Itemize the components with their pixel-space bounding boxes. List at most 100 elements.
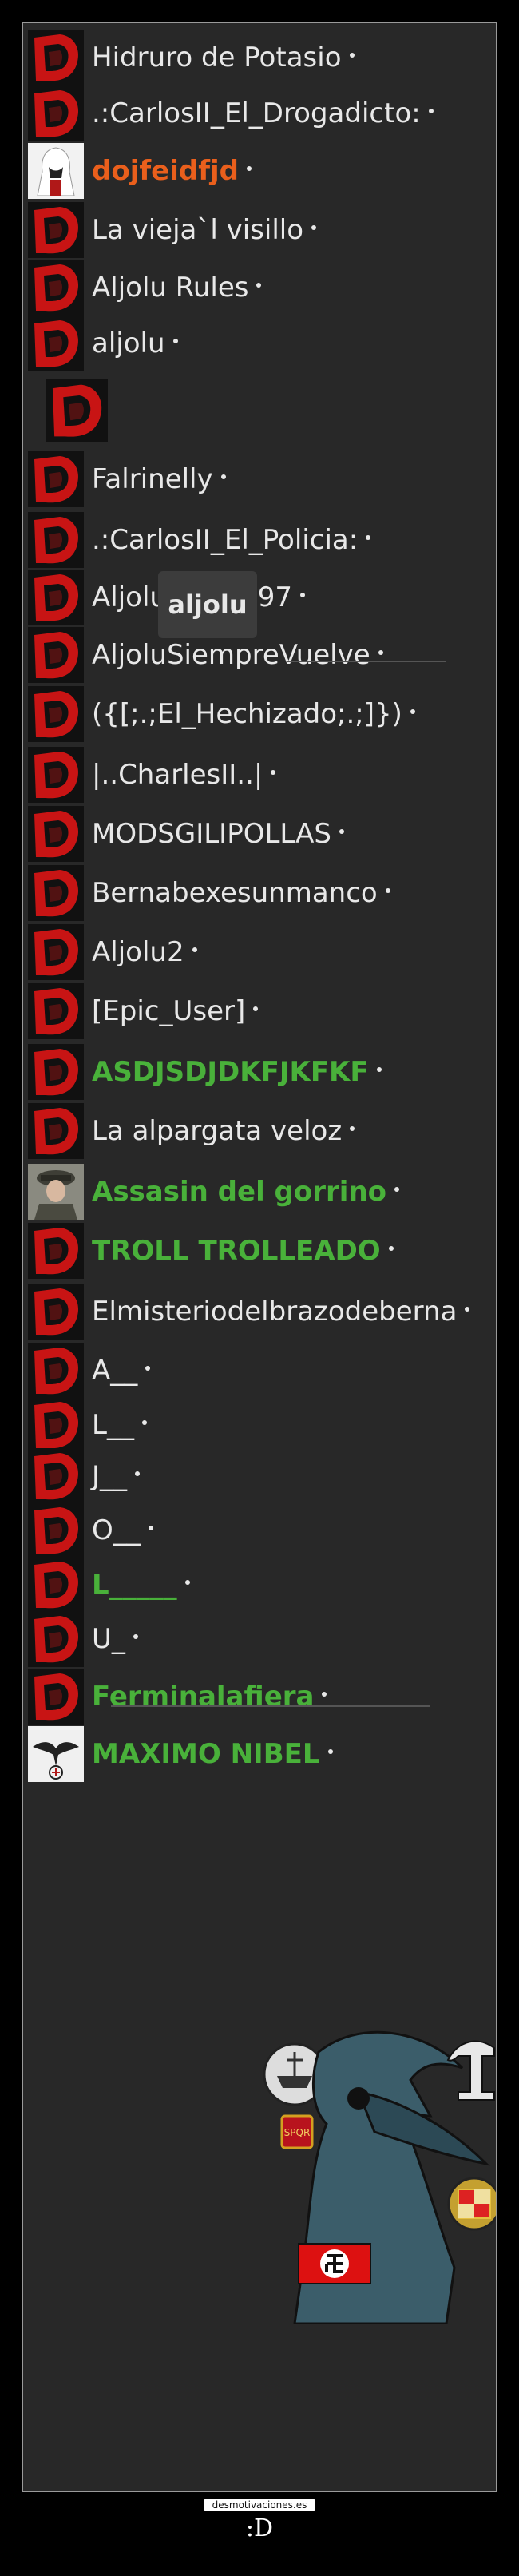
red-logo-icon[interactable] (28, 1044, 84, 1100)
red-logo-icon[interactable] (28, 85, 84, 141)
username-link[interactable]: L_____ (92, 1569, 177, 1601)
online-dot-icon (135, 1471, 141, 1476)
username-link[interactable]: J__ (92, 1460, 127, 1492)
username-link[interactable]: |..CharlesII..| (92, 759, 263, 791)
user-list-item[interactable]: Aljolu2 (23, 924, 494, 980)
username-link[interactable]: .:CarlosII_El_Policia: (92, 524, 358, 556)
red-logo-icon[interactable] (28, 451, 84, 507)
username-link[interactable]: L__ (92, 1409, 134, 1441)
red-logo-icon[interactable] (28, 1223, 84, 1279)
user-list-item[interactable]: aljolu (23, 316, 494, 371)
user-list-item[interactable]: Ferminalafiera (23, 1669, 494, 1725)
red-logo-icon[interactable] (28, 806, 84, 862)
red-logo-icon[interactable] (28, 1103, 84, 1159)
eagle-emblem-icon[interactable] (28, 1726, 84, 1782)
username-link[interactable]: Ferminalafiera (92, 1681, 314, 1713)
user-list-item[interactable]: J__ (23, 1448, 494, 1504)
user-list-item[interactable]: [Epic_User] (23, 983, 494, 1039)
red-logo-icon[interactable] (28, 1343, 84, 1399)
user-list-item[interactable]: Bernabexesunmanco (23, 865, 494, 921)
plague-doctor-sticker-icon: SPQR (263, 2030, 496, 2324)
username-link[interactable]: [Epic_User] (92, 995, 245, 1027)
username-link[interactable]: TROLL TROLLEADO (92, 1235, 381, 1267)
user-list-item[interactable]: TROLL TROLLEADO (23, 1223, 494, 1279)
username-link[interactable]: aljolu (92, 327, 165, 359)
red-logo-icon[interactable] (28, 1502, 84, 1558)
user-list-item[interactable]: .:CarlosII_El_Drogadicto: (23, 85, 494, 141)
red-logo-icon[interactable] (28, 983, 84, 1039)
online-dot-icon (339, 829, 344, 834)
red-logo-icon[interactable] (28, 30, 84, 85)
red-logo-icon[interactable] (28, 260, 84, 316)
user-list-item[interactable]: .:CarlosII_El_Policia: (23, 512, 494, 568)
username-link[interactable]: AljoluSiempreVuelve (92, 639, 370, 671)
user-list-item[interactable]: MAXIMO NIBEL (23, 1726, 494, 1782)
username-link[interactable]: Assasin del gorrino (92, 1176, 386, 1208)
username-link[interactable]: La vieja`l visillo (92, 214, 303, 246)
username-link[interactable]: ({[;.;El_Hechizado;.;]}) (92, 698, 402, 730)
user-list-item[interactable]: MODSGILIPOLLAS (23, 806, 494, 862)
username-link[interactable]: Bernabexesunmanco (92, 877, 378, 909)
user-list-item[interactable]: Assasin del gorrino (23, 1164, 494, 1220)
red-logo-icon[interactable] (28, 924, 84, 980)
user-list-item[interactable]: L__ (23, 1397, 494, 1453)
red-logo-large-icon[interactable] (28, 379, 125, 442)
user-list-item[interactable]: A__ (23, 1343, 494, 1399)
user-list-item[interactable]: ({[;.;El_Hechizado;.;]}) (23, 686, 494, 742)
user-list-item[interactable] (23, 379, 494, 442)
username-link[interactable]: dojfeidfjd (92, 155, 239, 187)
online-dot-icon (145, 1366, 151, 1371)
online-dot-icon (410, 709, 415, 714)
red-logo-icon[interactable] (28, 1557, 84, 1613)
username-link[interactable]: .:CarlosII_El_Drogadicto: (92, 97, 421, 129)
user-list-item[interactable]: Elmisteriodelbrazodeberna (23, 1284, 494, 1340)
username-link[interactable]: O__ (92, 1514, 141, 1546)
red-logo-icon[interactable] (28, 1448, 84, 1504)
user-list-item[interactable]: U_ (23, 1611, 494, 1667)
user-list-item[interactable]: ASDJSDJDKFJKFKF (23, 1044, 494, 1100)
username-link[interactable]: ASDJSDJDKFJKFKF (92, 1056, 369, 1088)
user-list-item[interactable]: O__ (23, 1502, 494, 1558)
red-logo-icon[interactable] (28, 512, 84, 568)
red-logo-icon[interactable] (28, 202, 84, 258)
username-link[interactable]: Hidruro de Potasio (92, 42, 342, 73)
red-logo-icon[interactable] (28, 1284, 84, 1340)
username-link[interactable]: U_ (92, 1623, 125, 1655)
user-list-item[interactable]: |..CharlesII..| (23, 747, 494, 803)
user-list-item[interactable]: dojfeidfjd (23, 143, 494, 199)
username-link[interactable]: MODSGILIPOLLAS (92, 818, 331, 850)
username-link[interactable]: Aljolu Rules (92, 272, 248, 304)
user-list-item[interactable]: Hidruro de Potasio (23, 30, 494, 85)
online-dot-icon (172, 339, 178, 343)
red-logo-icon[interactable] (28, 1611, 84, 1667)
user-list-item[interactable]: L_____ (23, 1557, 494, 1613)
user-list-item[interactable]: Aljolu Rules (23, 260, 494, 316)
online-dot-icon (327, 1749, 333, 1754)
user-list-item[interactable]: La alpargata veloz (23, 1103, 494, 1159)
username-link[interactable]: Falrinelly (92, 463, 213, 495)
online-dot-icon (220, 474, 226, 479)
username-link[interactable]: MAXIMO NIBEL (92, 1738, 320, 1770)
red-logo-icon[interactable] (28, 747, 84, 803)
red-logo-icon[interactable] (28, 1669, 84, 1725)
user-list-item[interactable]: La vieja`l visillo (23, 202, 494, 258)
red-logo-icon[interactable] (28, 570, 84, 625)
red-logo-icon[interactable] (28, 1397, 84, 1453)
brand-link[interactable]: desmotivaciones.es (204, 2499, 315, 2511)
red-logo-icon[interactable] (28, 865, 84, 921)
online-dot-icon (133, 1634, 138, 1639)
user-list-item[interactable]: AljoluSiempreVuelve (23, 627, 494, 683)
assassin-avatar-icon[interactable] (28, 143, 84, 199)
officer-avatar-icon[interactable] (28, 1164, 84, 1220)
user-list-item[interactable]: AljoluCIIDCII97 (23, 570, 494, 625)
username-link[interactable]: La alpargata veloz (92, 1115, 342, 1147)
online-dot-icon (465, 1307, 470, 1312)
username-link[interactable]: Aljolu2 (92, 936, 184, 968)
username-link[interactable]: A__ (92, 1355, 137, 1387)
online-dot-icon (256, 283, 262, 288)
user-list-item[interactable]: Falrinelly (23, 451, 494, 507)
red-logo-icon[interactable] (28, 316, 84, 371)
red-logo-icon[interactable] (28, 627, 84, 683)
username-link[interactable]: Elmisteriodelbrazodeberna (92, 1296, 457, 1328)
red-logo-icon[interactable] (28, 686, 84, 742)
